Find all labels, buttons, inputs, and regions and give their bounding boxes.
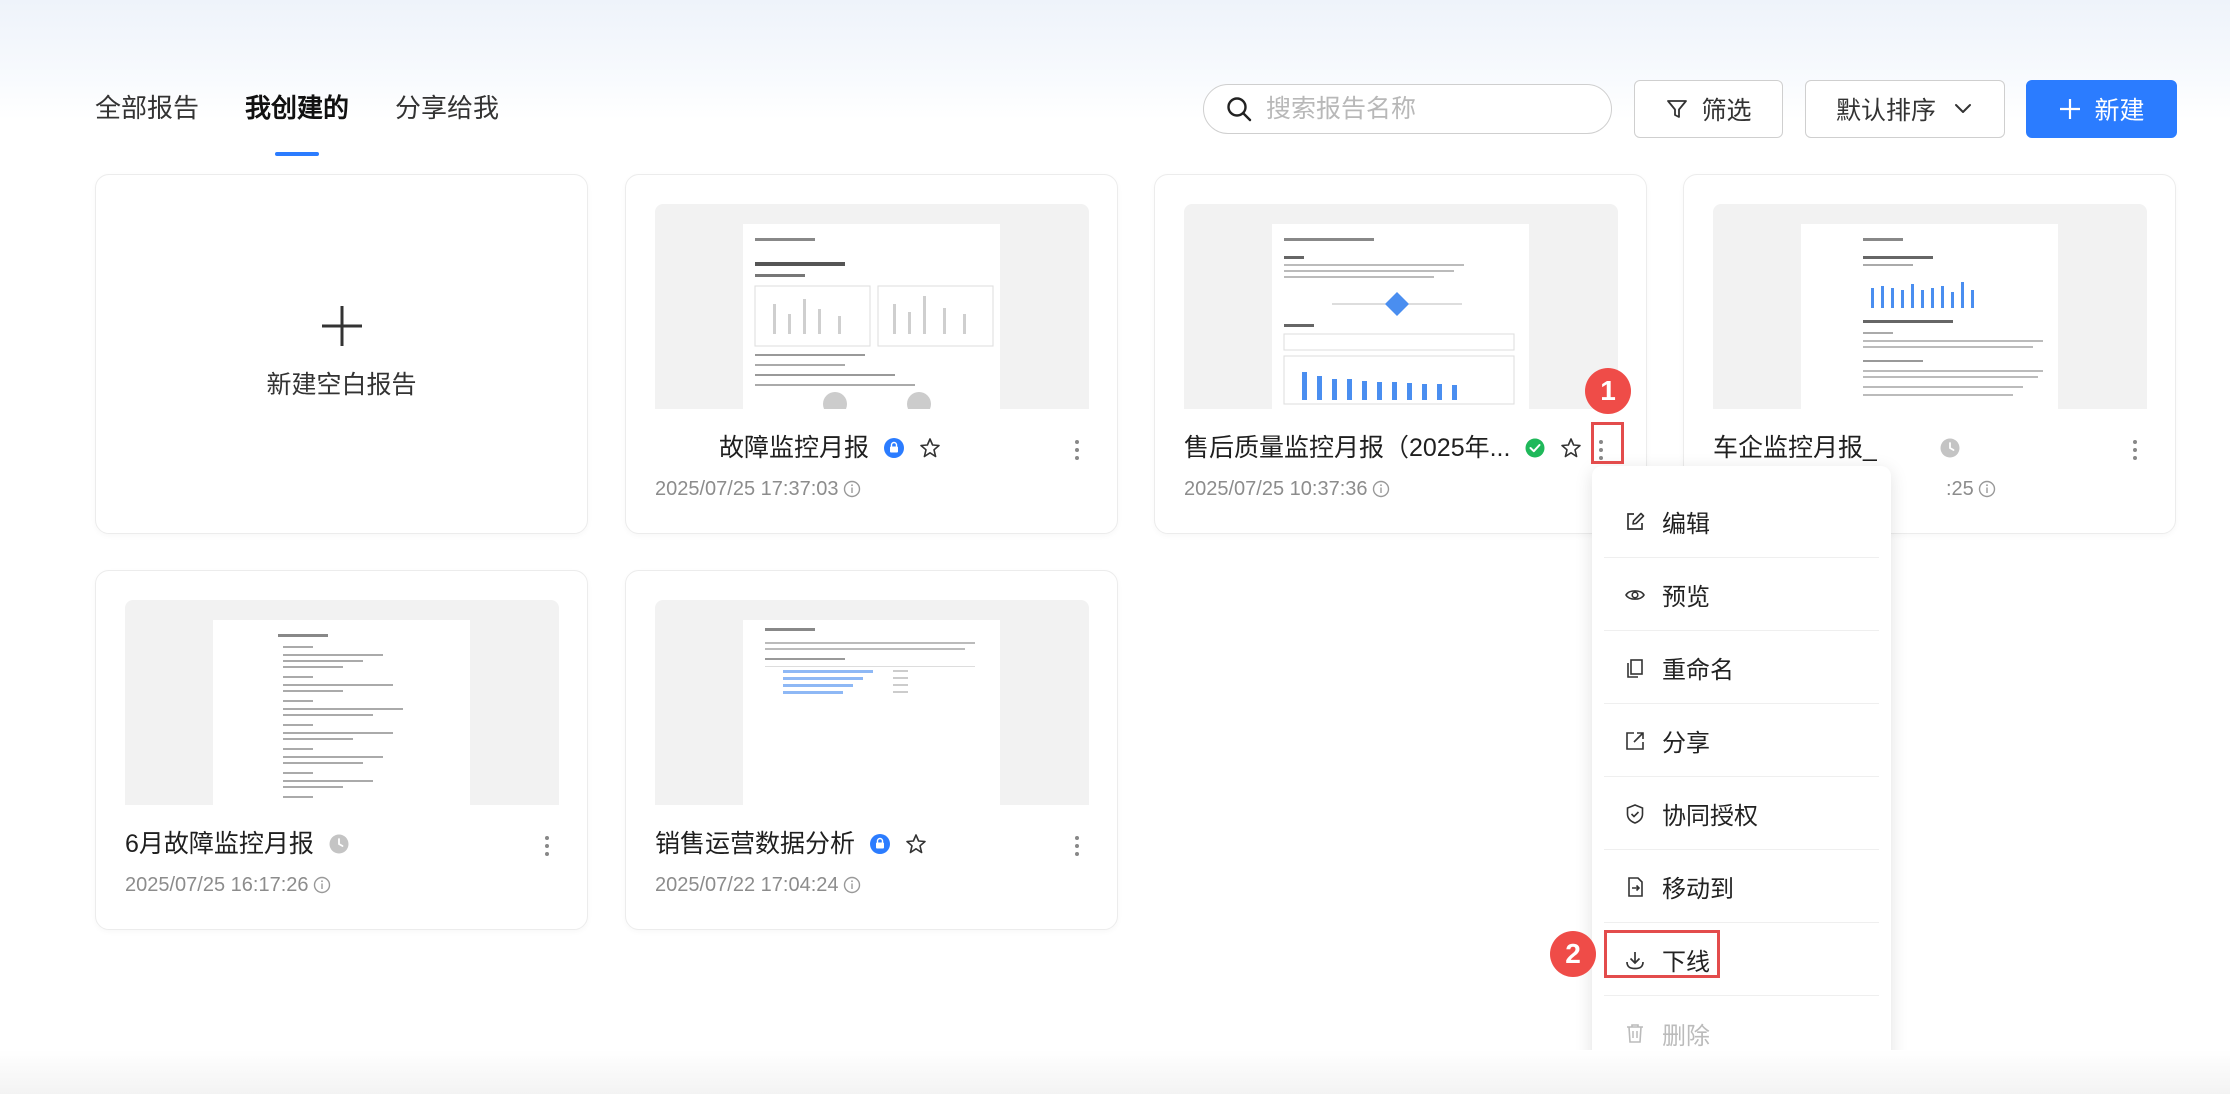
info-icon[interactable] xyxy=(1372,480,1390,498)
report-title: 售后质量监控月报（2025年... xyxy=(1184,431,1582,465)
info-icon[interactable] xyxy=(1978,480,1996,498)
search-input[interactable] xyxy=(1266,94,1586,124)
new-blank-report-label: 新建空白报告 xyxy=(266,371,417,399)
report-title-text: 售后质量监控月报（2025年... xyxy=(1184,434,1511,462)
filter-icon xyxy=(1667,100,1688,118)
trash-icon xyxy=(1627,1024,1643,1043)
document-preview xyxy=(743,620,1000,805)
clock-icon xyxy=(1939,437,1961,459)
document-preview xyxy=(1801,224,2058,409)
tab-shared-with-me[interactable]: 分享给我 xyxy=(395,90,499,160)
report-date: 2025/07/22 17:04:24 xyxy=(655,871,861,899)
lock-badge-icon xyxy=(883,437,905,459)
menu-item-label: 移动到 xyxy=(1662,876,1734,903)
new-report-button[interactable]: 新建 xyxy=(2026,80,2177,138)
rename-icon xyxy=(1627,658,1643,678)
report-date: 2025/07/25 10:37:36 xyxy=(1184,475,1390,503)
report-thumbnail xyxy=(655,204,1089,409)
more-options-button[interactable] xyxy=(1067,831,1087,861)
report-tabs: 全部报告 我创建的 分享给我 xyxy=(95,90,545,160)
clock-icon xyxy=(328,833,350,855)
tab-all-reports[interactable]: 全部报告 xyxy=(95,90,199,160)
bottom-background xyxy=(0,1050,2230,1094)
report-title-text: 车企监控月报_ xyxy=(1713,434,1877,462)
search-icon xyxy=(1227,97,1252,122)
menu-item-rename[interactable]: 重命名 xyxy=(1604,632,1879,704)
report-date-text: :25 xyxy=(1946,478,1974,500)
new-blank-report-card[interactable]: 新建空白报告 xyxy=(95,174,588,534)
star-outline-icon[interactable] xyxy=(919,437,941,459)
document-preview xyxy=(213,620,470,805)
info-icon[interactable] xyxy=(843,876,861,894)
new-button-label: 新建 xyxy=(2094,97,2145,125)
document-preview xyxy=(1272,224,1529,409)
move-icon xyxy=(1628,876,1643,897)
menu-item-label: 分享 xyxy=(1662,730,1710,757)
chevron-down-icon xyxy=(1955,104,1971,113)
report-thumbnail xyxy=(1184,204,1618,409)
report-thumbnail xyxy=(655,600,1089,805)
report-date-text: 2025/07/22 17:04:24 xyxy=(655,874,839,896)
redacted-area xyxy=(1876,434,1925,462)
menu-item-label: 编辑 xyxy=(1662,511,1710,538)
report-title: 6月故障监控月报 xyxy=(125,827,350,861)
shield-check-icon xyxy=(1626,803,1644,824)
document-preview xyxy=(743,224,1000,409)
more-options-button[interactable] xyxy=(2125,435,2145,465)
highlight-box-more xyxy=(1591,422,1624,464)
plus-icon xyxy=(322,306,362,346)
more-options-button[interactable] xyxy=(537,831,557,861)
report-date: :25 xyxy=(1946,475,1996,503)
report-card[interactable]: 销售运营数据分析 2025/07/22 17:04:24 xyxy=(625,570,1118,930)
menu-item-collab-auth[interactable]: 协同授权 xyxy=(1604,778,1879,850)
menu-item-edit[interactable]: 编辑 xyxy=(1604,486,1879,558)
filter-button[interactable]: 筛选 xyxy=(1634,80,1783,138)
menu-item-move-to[interactable]: 移动到 xyxy=(1604,851,1879,923)
plus-icon xyxy=(2060,99,2081,119)
report-card[interactable]: 故障监控月报 2025/07/25 17:37:03 xyxy=(625,174,1118,534)
menu-item-label: 删除 xyxy=(1662,1022,1710,1050)
tab-created-by-me[interactable]: 我创建的 xyxy=(245,90,349,160)
sort-dropdown[interactable]: 默认排序 xyxy=(1805,80,2005,138)
report-date: 2025/07/25 16:17:26 xyxy=(125,871,331,899)
more-options-button[interactable] xyxy=(1067,435,1087,465)
report-date-text: 2025/07/25 10:37:36 xyxy=(1184,478,1368,500)
report-card[interactable]: 6月故障监控月报 2025/07/25 16:17:26 xyxy=(95,570,588,930)
eye-icon xyxy=(1625,589,1645,600)
edit-icon xyxy=(1627,512,1645,530)
check-circle-icon xyxy=(1524,437,1546,459)
report-thumbnail xyxy=(1713,204,2147,409)
menu-item-preview[interactable]: 预览 xyxy=(1604,559,1879,631)
menu-item-share[interactable]: 分享 xyxy=(1604,705,1879,777)
report-card[interactable]: 售后质量监控月报（2025年... 2025/07/25 10:37:36 xyxy=(1154,174,1647,534)
menu-item-label: 预览 xyxy=(1662,584,1710,611)
info-icon[interactable] xyxy=(843,480,861,498)
highlight-box-offline xyxy=(1604,930,1720,978)
search-box[interactable] xyxy=(1203,84,1612,134)
report-date: 2025/07/25 17:37:03 xyxy=(655,475,861,503)
sort-label: 默认排序 xyxy=(1835,97,1936,125)
info-icon[interactable] xyxy=(313,876,331,894)
report-title-text: 6月故障监控月报 xyxy=(125,830,314,858)
filter-label: 筛选 xyxy=(1701,97,1752,125)
step-badge-1: 1 xyxy=(1585,368,1631,414)
menu-item-label: 重命名 xyxy=(1662,657,1734,684)
report-title: 车企监控月报_ xyxy=(1713,431,1961,465)
star-outline-icon[interactable] xyxy=(905,833,927,855)
context-menu: 编辑 预览 重命名 分享 协同授权 移动到 下线 删除 xyxy=(1592,466,1891,1078)
report-title: 销售运营数据分析 xyxy=(655,827,927,861)
report-title-text: 销售运营数据分析 xyxy=(655,830,856,858)
report-thumbnail xyxy=(125,600,559,805)
report-title: 故障监控月报 xyxy=(719,431,941,465)
menu-item-label: 协同授权 xyxy=(1662,803,1758,830)
share-icon xyxy=(1626,731,1644,750)
star-outline-icon[interactable] xyxy=(1560,437,1582,459)
report-title-text: 故障监控月报 xyxy=(719,434,870,462)
step-badge-2: 2 xyxy=(1550,931,1596,977)
report-date-text: 2025/07/25 16:17:26 xyxy=(125,874,309,896)
redacted-area xyxy=(646,431,712,463)
report-date-text: 2025/07/25 17:37:03 xyxy=(655,478,839,500)
lock-badge-icon xyxy=(869,833,891,855)
